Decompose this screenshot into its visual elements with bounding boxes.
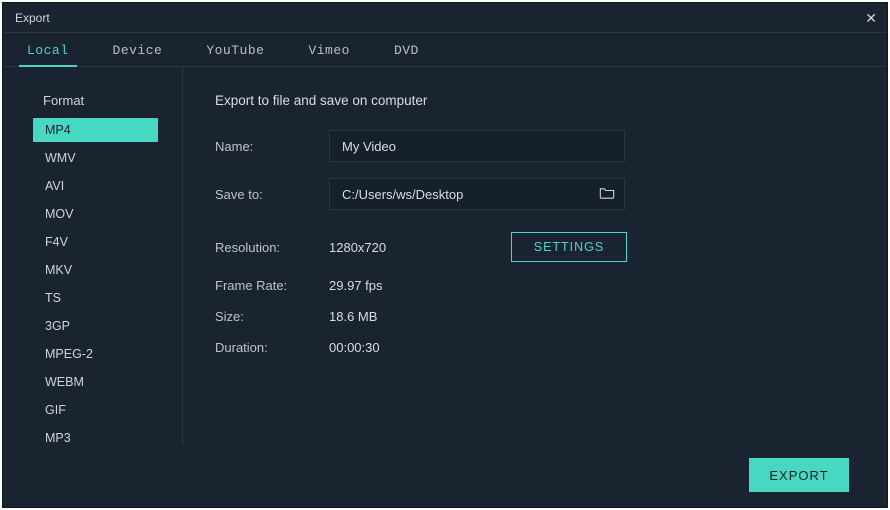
format-item-avi[interactable]: AVI xyxy=(33,174,158,198)
format-item-mp4[interactable]: MP4 xyxy=(33,118,158,142)
name-input[interactable] xyxy=(329,130,625,162)
format-item-mkv[interactable]: MKV xyxy=(33,258,158,282)
tabstrip: Local Device YouTube Vimeo DVD xyxy=(3,33,887,67)
format-heading: Format xyxy=(3,93,182,118)
tab-local[interactable]: Local xyxy=(19,37,77,66)
main-panel: Export to file and save on computer Name… xyxy=(183,67,887,445)
format-sidebar: Format MP4 WMV AVI MOV F4V MKV TS 3GP MP… xyxy=(3,67,183,445)
row-name: Name: xyxy=(215,130,863,162)
format-item-wmv[interactable]: WMV xyxy=(33,146,158,170)
format-item-webm[interactable]: WEBM xyxy=(33,370,158,394)
close-icon[interactable]: ✕ xyxy=(865,11,877,25)
size-label: Size: xyxy=(215,309,329,324)
export-dialog: Export ✕ Local Device YouTube Vimeo DVD … xyxy=(2,2,888,508)
row-saveto: Save to: xyxy=(215,178,863,210)
tab-youtube[interactable]: YouTube xyxy=(198,37,272,66)
format-item-ts[interactable]: TS xyxy=(33,286,158,310)
saveto-label: Save to: xyxy=(215,187,329,202)
tab-dvd[interactable]: DVD xyxy=(386,37,427,66)
name-input-wrap xyxy=(329,130,625,162)
saveto-input[interactable] xyxy=(329,178,625,210)
name-label: Name: xyxy=(215,139,329,154)
tab-vimeo[interactable]: Vimeo xyxy=(300,37,358,66)
format-item-mpeg2[interactable]: MPEG-2 xyxy=(33,342,158,366)
panel-heading: Export to file and save on computer xyxy=(215,93,863,108)
framerate-label: Frame Rate: xyxy=(215,278,329,293)
size-value: 18.6 MB xyxy=(329,309,509,324)
format-item-gif[interactable]: GIF xyxy=(33,398,158,422)
duration-label: Duration: xyxy=(215,340,329,355)
titlebar: Export ✕ xyxy=(3,3,887,33)
dialog-body: Format MP4 WMV AVI MOV F4V MKV TS 3GP MP… xyxy=(3,67,887,445)
duration-value: 00:00:30 xyxy=(329,340,509,355)
row-resolution: Resolution: 1280x720 SETTINGS xyxy=(215,232,863,262)
saveto-input-wrap xyxy=(329,178,625,210)
format-item-mov[interactable]: MOV xyxy=(33,202,158,226)
resolution-value: 1280x720 xyxy=(329,240,509,255)
window-title: Export xyxy=(15,11,50,25)
export-button[interactable]: EXPORT xyxy=(749,458,849,492)
resolution-label: Resolution: xyxy=(215,240,329,255)
settings-button[interactable]: SETTINGS xyxy=(511,232,627,262)
row-duration: Duration: 00:00:30 xyxy=(215,340,863,355)
row-size: Size: 18.6 MB xyxy=(215,309,863,324)
format-item-3gp[interactable]: 3GP xyxy=(33,314,158,338)
framerate-value: 29.97 fps xyxy=(329,278,509,293)
dialog-footer: EXPORT xyxy=(3,443,887,507)
tab-device[interactable]: Device xyxy=(105,37,171,66)
row-framerate: Frame Rate: 29.97 fps xyxy=(215,278,863,293)
format-item-f4v[interactable]: F4V xyxy=(33,230,158,254)
